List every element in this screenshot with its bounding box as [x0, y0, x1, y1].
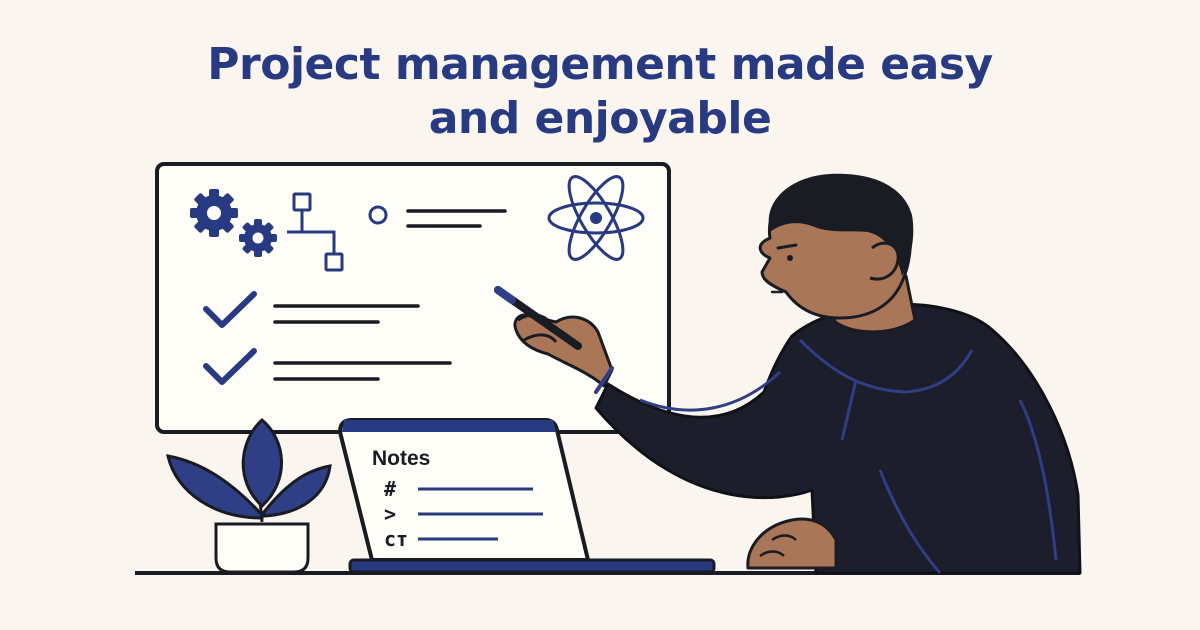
illustration: Notes # > ст	[135, 162, 1082, 575]
laptop-symbol-hash: #	[384, 477, 396, 501]
whiteboard	[155, 162, 671, 434]
potted-plant	[166, 418, 332, 574]
laptop-symbol-ct: ст	[384, 527, 408, 551]
laptop-symbol-chevron: >	[384, 502, 396, 526]
laptop-notes-title: Notes	[372, 447, 430, 470]
